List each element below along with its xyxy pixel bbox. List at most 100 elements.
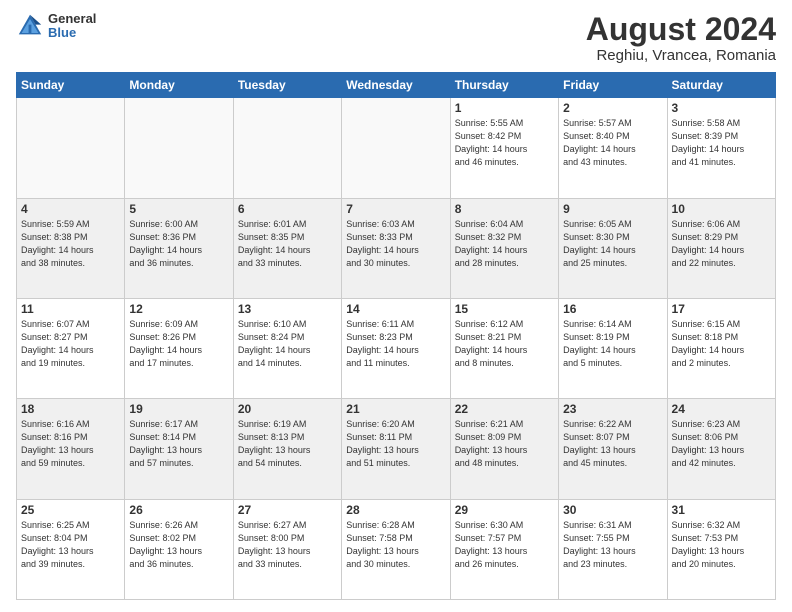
calendar-cell: 17Sunrise: 6:15 AM Sunset: 8:18 PM Dayli… <box>667 298 775 398</box>
day-number: 23 <box>563 402 662 416</box>
calendar-cell <box>125 98 233 198</box>
calendar-cell <box>342 98 450 198</box>
calendar-cell: 20 Sunrise: 6:19 AM Sunset: 8:13 PM Dayli… <box>233 399 341 499</box>
calendar-cell <box>17 98 125 198</box>
logo-icon <box>16 12 44 40</box>
day-info: Sunrise: 6:27 AM Sunset: 8:00 PM Dayligh… <box>238 519 337 571</box>
calendar-table: SundayMondayTuesdayWednesdayThursdayFrid… <box>16 72 776 600</box>
calendar-week-row: 1Sunrise: 5:55 AM Sunset: 8:42 PM Daylig… <box>17 98 776 198</box>
day-number: 28 <box>346 503 445 517</box>
day-info: Sunrise: 5:59 AM Sunset: 8:38 PM Dayligh… <box>21 218 120 270</box>
calendar-cell: 18Sunrise: 6:16 AM Sunset: 8:16 PM Dayli… <box>17 399 125 499</box>
day-number: 22 <box>455 402 554 416</box>
day-info: Sunrise: 6:11 AM Sunset: 8:23 PM Dayligh… <box>346 318 445 370</box>
day-number: 9 <box>563 202 662 216</box>
calendar-cell: 24Sunrise: 6:23 AM Sunset: 8:06 PM Dayli… <box>667 399 775 499</box>
calendar-cell: 25 Sunrise: 6:25 AM Sunset: 8:04 PM Dayli… <box>17 499 125 599</box>
day-info: Sunrise: 6:15 AM Sunset: 8:18 PM Dayligh… <box>672 318 771 370</box>
weekday-header: Tuesday <box>233 73 341 98</box>
day-info: Sunrise: 6:14 AM Sunset: 8:19 PM Dayligh… <box>563 318 662 370</box>
weekday-header: Thursday <box>450 73 558 98</box>
day-number: 12 <box>129 302 228 316</box>
header: General Blue August 2024 Reghiu, Vrancea… <box>16 12 776 64</box>
calendar-cell: 14 Sunrise: 6:11 AM Sunset: 8:23 PM Dayli… <box>342 298 450 398</box>
calendar-subtitle: Reghiu, Vrancea, Romania <box>586 47 776 64</box>
calendar-title: August 2024 <box>586 12 776 47</box>
day-info: Sunrise: 6:06 AM Sunset: 8:29 PM Dayligh… <box>672 218 771 270</box>
logo-general: General <box>48 12 96 26</box>
calendar-cell: 19Sunrise: 6:17 AM Sunset: 8:14 PM Dayli… <box>125 399 233 499</box>
calendar-cell: 8Sunrise: 6:04 AM Sunset: 8:32 PM Daylig… <box>450 198 558 298</box>
day-number: 2 <box>563 101 662 115</box>
day-info: Sunrise: 6:32 AM Sunset: 7:53 PM Dayligh… <box>672 519 771 571</box>
day-number: 4 <box>21 202 120 216</box>
day-number: 11 <box>21 302 120 316</box>
day-number: 29 <box>455 503 554 517</box>
day-number: 5 <box>129 202 228 216</box>
calendar-cell: 7Sunrise: 6:03 AM Sunset: 8:33 PM Daylig… <box>342 198 450 298</box>
weekday-header-row: SundayMondayTuesdayWednesdayThursdayFrid… <box>17 73 776 98</box>
day-number: 27 <box>238 503 337 517</box>
day-number: 30 <box>563 503 662 517</box>
calendar-cell: 4 Sunrise: 5:59 AM Sunset: 8:38 PM Daylig… <box>17 198 125 298</box>
calendar-week-row: 11 Sunrise: 6:07 AM Sunset: 8:27 PM Dayli… <box>17 298 776 398</box>
day-info: Sunrise: 6:01 AM Sunset: 8:35 PM Dayligh… <box>238 218 337 270</box>
calendar-cell: 31 Sunrise: 6:32 AM Sunset: 7:53 PM Dayli… <box>667 499 775 599</box>
day-number: 31 <box>672 503 771 517</box>
calendar-cell: 1Sunrise: 5:55 AM Sunset: 8:42 PM Daylig… <box>450 98 558 198</box>
calendar-cell: 15 Sunrise: 6:12 AM Sunset: 8:21 PM Dayli… <box>450 298 558 398</box>
day-number: 24 <box>672 402 771 416</box>
calendar-cell: 29Sunrise: 6:30 AM Sunset: 7:57 PM Dayli… <box>450 499 558 599</box>
day-info: Sunrise: 6:07 AM Sunset: 8:27 PM Dayligh… <box>21 318 120 370</box>
day-info: Sunrise: 5:58 AM Sunset: 8:39 PM Dayligh… <box>672 117 771 169</box>
title-block: August 2024 Reghiu, Vrancea, Romania <box>586 12 776 64</box>
day-number: 25 <box>21 503 120 517</box>
day-number: 13 <box>238 302 337 316</box>
calendar-cell: 27 Sunrise: 6:27 AM Sunset: 8:00 PM Dayli… <box>233 499 341 599</box>
calendar-cell: 16 Sunrise: 6:14 AM Sunset: 8:19 PM Dayli… <box>559 298 667 398</box>
day-info: Sunrise: 6:20 AM Sunset: 8:11 PM Dayligh… <box>346 418 445 470</box>
calendar-cell: 9 Sunrise: 6:05 AM Sunset: 8:30 PM Daylig… <box>559 198 667 298</box>
day-info: Sunrise: 6:00 AM Sunset: 8:36 PM Dayligh… <box>129 218 228 270</box>
calendar-week-row: 18Sunrise: 6:16 AM Sunset: 8:16 PM Dayli… <box>17 399 776 499</box>
day-number: 18 <box>21 402 120 416</box>
weekday-header: Monday <box>125 73 233 98</box>
calendar-cell <box>233 98 341 198</box>
calendar-cell: 26 Sunrise: 6:26 AM Sunset: 8:02 PM Dayli… <box>125 499 233 599</box>
day-info: Sunrise: 6:09 AM Sunset: 8:26 PM Dayligh… <box>129 318 228 370</box>
weekday-header: Saturday <box>667 73 775 98</box>
day-number: 19 <box>129 402 228 416</box>
calendar-cell: 12 Sunrise: 6:09 AM Sunset: 8:26 PM Dayli… <box>125 298 233 398</box>
calendar-cell: 23Sunrise: 6:22 AM Sunset: 8:07 PM Dayli… <box>559 399 667 499</box>
calendar-cell: 5 Sunrise: 6:00 AM Sunset: 8:36 PM Daylig… <box>125 198 233 298</box>
day-info: Sunrise: 6:26 AM Sunset: 8:02 PM Dayligh… <box>129 519 228 571</box>
day-info: Sunrise: 6:12 AM Sunset: 8:21 PM Dayligh… <box>455 318 554 370</box>
day-number: 10 <box>672 202 771 216</box>
calendar-cell: 30 Sunrise: 6:31 AM Sunset: 7:55 PM Dayli… <box>559 499 667 599</box>
day-number: 21 <box>346 402 445 416</box>
calendar-cell: 21 Sunrise: 6:20 AM Sunset: 8:11 PM Dayli… <box>342 399 450 499</box>
day-info: Sunrise: 6:19 AM Sunset: 8:13 PM Dayligh… <box>238 418 337 470</box>
day-number: 20 <box>238 402 337 416</box>
day-number: 15 <box>455 302 554 316</box>
day-info: Sunrise: 6:21 AM Sunset: 8:09 PM Dayligh… <box>455 418 554 470</box>
day-number: 26 <box>129 503 228 517</box>
day-info: Sunrise: 6:25 AM Sunset: 8:04 PM Dayligh… <box>21 519 120 571</box>
day-number: 6 <box>238 202 337 216</box>
weekday-header: Sunday <box>17 73 125 98</box>
day-info: Sunrise: 6:04 AM Sunset: 8:32 PM Dayligh… <box>455 218 554 270</box>
logo: General Blue <box>16 12 96 41</box>
day-info: Sunrise: 6:03 AM Sunset: 8:33 PM Dayligh… <box>346 218 445 270</box>
day-info: Sunrise: 6:05 AM Sunset: 8:30 PM Dayligh… <box>563 218 662 270</box>
day-number: 3 <box>672 101 771 115</box>
day-number: 1 <box>455 101 554 115</box>
calendar-cell: 28Sunrise: 6:28 AM Sunset: 7:58 PM Dayli… <box>342 499 450 599</box>
calendar-cell: 11 Sunrise: 6:07 AM Sunset: 8:27 PM Dayli… <box>17 298 125 398</box>
day-info: Sunrise: 6:31 AM Sunset: 7:55 PM Dayligh… <box>563 519 662 571</box>
weekday-header: Wednesday <box>342 73 450 98</box>
day-number: 16 <box>563 302 662 316</box>
calendar-cell: 2Sunrise: 5:57 AM Sunset: 8:40 PM Daylig… <box>559 98 667 198</box>
calendar-week-row: 4 Sunrise: 5:59 AM Sunset: 8:38 PM Daylig… <box>17 198 776 298</box>
calendar-cell: 3 Sunrise: 5:58 AM Sunset: 8:39 PM Daylig… <box>667 98 775 198</box>
day-number: 14 <box>346 302 445 316</box>
